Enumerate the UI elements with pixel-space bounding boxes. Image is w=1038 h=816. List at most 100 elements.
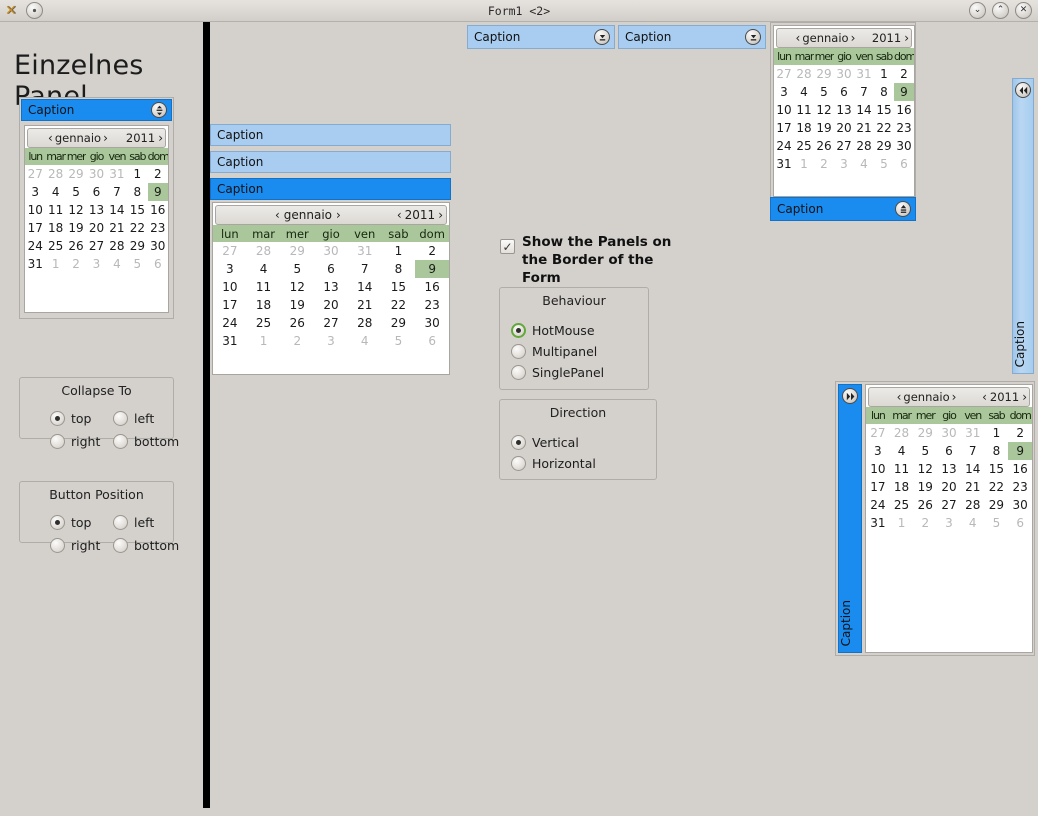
calendar-day-cell[interactable]: 7 bbox=[854, 83, 874, 101]
calendar-day-cell[interactable]: 23 bbox=[415, 296, 449, 314]
calendar-day-cell[interactable]: 25 bbox=[45, 237, 65, 255]
top-caption-bar-2[interactable]: Caption bbox=[618, 25, 766, 49]
calendar-day-cell[interactable]: 29 bbox=[874, 137, 894, 155]
calendar-day-cell[interactable]: 5 bbox=[814, 83, 834, 101]
calendar-day-cell[interactable]: 4 bbox=[794, 83, 814, 101]
calendar-day-cell[interactable]: 29 bbox=[985, 496, 1009, 514]
calendar-day-cell[interactable]: 3 bbox=[25, 183, 45, 201]
calendar-day-cell[interactable]: 6 bbox=[86, 183, 106, 201]
calendar-day-cell[interactable]: 12 bbox=[814, 101, 834, 119]
left-panel-calendar[interactable]: ‹ gennaio › 2011 › lun mar mer gio ven sab dom… bbox=[24, 125, 169, 313]
calendar-day-cell[interactable]: 4 bbox=[107, 255, 127, 273]
calendar-day-cell[interactable]: 2 bbox=[280, 332, 314, 350]
collapse-updown-icon[interactable] bbox=[151, 102, 167, 118]
calendar-day-cell[interactable]: 3 bbox=[866, 442, 890, 460]
calendar-day-cell[interactable]: 13 bbox=[937, 460, 961, 478]
calendar-day-cell[interactable]: 3 bbox=[937, 514, 961, 532]
calendar-day-cell[interactable]: 4 bbox=[247, 260, 281, 278]
calendar-day-cell[interactable]: 30 bbox=[148, 237, 168, 255]
calendar-day-cell[interactable]: 27 bbox=[213, 242, 247, 260]
next-year-button[interactable]: › bbox=[1022, 390, 1027, 404]
calendar-day-cell[interactable]: 13 bbox=[834, 101, 854, 119]
center-panel-calendar[interactable]: ‹ gennaio › ‹ 2011 › lun mar mer gio ven sab d… bbox=[212, 202, 450, 375]
calendar-day-cell[interactable]: 1 bbox=[890, 514, 914, 532]
collapse-to-radio-left[interactable]: left bbox=[113, 411, 154, 426]
calendar-day-cell[interactable]: 5 bbox=[382, 332, 416, 350]
radio-indicator[interactable] bbox=[50, 434, 65, 449]
calendar-day-cell[interactable]: 18 bbox=[247, 296, 281, 314]
calendar-day-cell[interactable]: 18 bbox=[45, 219, 65, 237]
calendar-day-cell[interactable]: 28 bbox=[348, 314, 382, 332]
radio-indicator[interactable] bbox=[50, 411, 65, 426]
button-position-radio-bottom[interactable]: bottom bbox=[113, 538, 179, 553]
calendar-day-cell[interactable]: 3 bbox=[86, 255, 106, 273]
vertical-splitter[interactable] bbox=[203, 22, 210, 808]
prev-month-button[interactable]: ‹ bbox=[275, 208, 280, 222]
next-month-button[interactable]: › bbox=[851, 31, 856, 45]
prev-month-button[interactable]: ‹ bbox=[796, 31, 801, 45]
calendar-day-cell[interactable]: 26 bbox=[280, 314, 314, 332]
calendar-day-cell[interactable]: 4 bbox=[961, 514, 985, 532]
prev-year-button[interactable]: ‹ bbox=[982, 390, 987, 404]
calendar-day-cell[interactable]: 13 bbox=[314, 278, 348, 296]
collapse-right-icon[interactable] bbox=[842, 388, 858, 404]
left-panel-caption-bar[interactable]: Caption bbox=[21, 99, 172, 121]
calendar-day-cell[interactable]: 3 bbox=[834, 155, 854, 173]
bottom-right-calendar[interactable]: ‹ gennaio › ‹ 2011 › lun mar mer gio ven sab d… bbox=[865, 384, 1033, 653]
prev-year-button[interactable]: ‹ bbox=[397, 208, 402, 222]
next-year-button[interactable]: › bbox=[158, 131, 163, 145]
calendar-day-cell[interactable]: 5 bbox=[874, 155, 894, 173]
calendar-day-cell[interactable]: 16 bbox=[415, 278, 449, 296]
radio-indicator[interactable] bbox=[50, 515, 65, 530]
calendar-day-cell[interactable]: 29 bbox=[127, 237, 147, 255]
calendar-day-cell[interactable]: 8 bbox=[382, 260, 416, 278]
calendar-day-cell[interactable]: 6 bbox=[314, 260, 348, 278]
center-caption-bar-1[interactable]: Caption bbox=[210, 124, 451, 146]
calendar-day-cell[interactable]: 17 bbox=[25, 219, 45, 237]
radio-indicator[interactable] bbox=[511, 435, 526, 450]
button-position-radio-left[interactable]: left bbox=[113, 515, 154, 530]
calendar-day-cell[interactable]: 31 bbox=[854, 65, 874, 83]
collapse-updown-icon[interactable] bbox=[594, 29, 610, 45]
calendar-day-cell[interactable]: 27 bbox=[866, 424, 890, 442]
calendar-day-cell[interactable]: 5 bbox=[985, 514, 1009, 532]
calendar-days-grid[interactable]: 27 28 29 30 31 1 2 3 4 5 6 7 8 9 10 11 12 13 14 15 16 17 18 19 2… bbox=[213, 242, 449, 350]
behaviour-radio-hotmouse[interactable]: HotMouse bbox=[511, 323, 595, 338]
calendar-day-cell[interactable]: 17 bbox=[774, 119, 794, 137]
direction-radio-horizontal[interactable]: Horizontal bbox=[511, 456, 596, 471]
calendar-day-cell[interactable]: 7 bbox=[348, 260, 382, 278]
calendar-day-cell[interactable]: 28 bbox=[247, 242, 281, 260]
calendar-day-cell[interactable]: 5 bbox=[280, 260, 314, 278]
calendar-day-cell[interactable]: 5 bbox=[913, 442, 937, 460]
behaviour-radio-multipanel[interactable]: Multipanel bbox=[511, 344, 597, 359]
calendar-day-cell[interactable]: 11 bbox=[794, 101, 814, 119]
calendar-day-cell[interactable]: 2 bbox=[894, 65, 914, 83]
calendar-day-cell[interactable]: 23 bbox=[894, 119, 914, 137]
calendar-day-cell[interactable]: 29 bbox=[913, 424, 937, 442]
calendar-day-cell[interactable]: 26 bbox=[913, 496, 937, 514]
calendar-day-cell[interactable]: 8 bbox=[127, 183, 147, 201]
calendar-day-cell[interactable]: 21 bbox=[107, 219, 127, 237]
calendar-day-cell[interactable]: 14 bbox=[107, 201, 127, 219]
close-button[interactable]: ✕ bbox=[1015, 2, 1032, 19]
calendar-day-cell[interactable]: 6 bbox=[148, 255, 168, 273]
calendar-day-cell[interactable]: 27 bbox=[834, 137, 854, 155]
calendar-day-cell[interactable]: 19 bbox=[280, 296, 314, 314]
calendar-day-cell[interactable]: 23 bbox=[1008, 478, 1032, 496]
calendar-day-cell[interactable]: 31 bbox=[961, 424, 985, 442]
calendar-day-cell[interactable]: 24 bbox=[213, 314, 247, 332]
next-year-button[interactable]: › bbox=[438, 208, 443, 222]
calendar-day-cell[interactable]: 8 bbox=[985, 442, 1009, 460]
calendar-day-cell[interactable]: 12 bbox=[913, 460, 937, 478]
calendar-day-cell[interactable]: 29 bbox=[814, 65, 834, 83]
calendar-day-cell[interactable]: 28 bbox=[890, 424, 914, 442]
calendar-day-cell[interactable]: 19 bbox=[66, 219, 86, 237]
button-position-radio-right[interactable]: right bbox=[50, 538, 100, 553]
calendar-day-cell[interactable]: 30 bbox=[894, 137, 914, 155]
calendar-day-cell[interactable]: 30 bbox=[314, 242, 348, 260]
calendar-day-cell[interactable]: 2 bbox=[415, 242, 449, 260]
calendar-day-cell[interactable]: 1 bbox=[985, 424, 1009, 442]
calendar-day-cell[interactable]: 11 bbox=[45, 201, 65, 219]
calendar-day-cell[interactable]: 30 bbox=[834, 65, 854, 83]
next-month-button[interactable]: › bbox=[952, 390, 957, 404]
